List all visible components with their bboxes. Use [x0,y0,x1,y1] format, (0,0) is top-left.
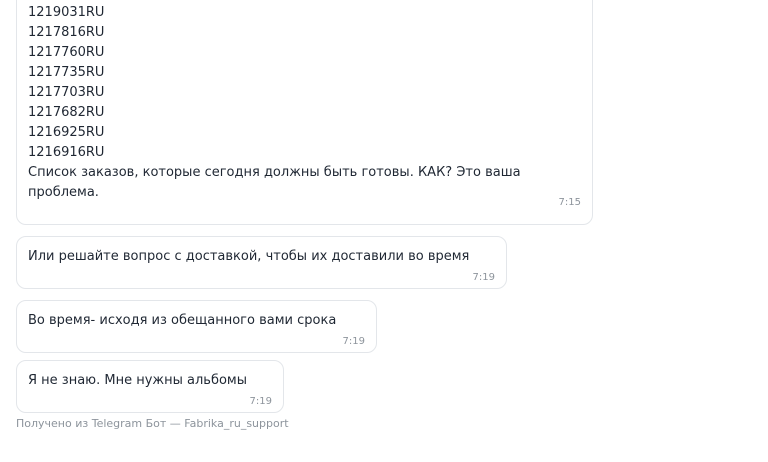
message-time: 7:19 [249,396,272,407]
order-number: 1217816RU [28,25,105,40]
order-number: 1216925RU [28,125,105,140]
message-text: Список заказов, которые сегодня должны б… [28,165,521,200]
message-bubble[interactable]: 1219031RU 1217816RU 1217760RU 1217735RU … [16,0,593,225]
order-number: 1217760RU [28,45,105,60]
message-text: Или решайте вопрос с доставкой, чтобы их… [28,249,470,264]
message-text: Во время- исходя из обещанного вами срок… [28,313,337,328]
chat-thread: 1219031RU 1217816RU 1217760RU 1217735RU … [0,0,768,462]
message-time: 7:19 [342,336,365,347]
message-time: 7:19 [472,272,495,283]
message-time: 7:15 [558,197,581,208]
order-number: 1217682RU [28,105,105,120]
order-number: 1219031RU [28,5,105,20]
source-note: Получено из Telegram Бот — Fabrika_ru_su… [16,417,289,430]
order-number: 1217703RU [28,85,105,100]
message-bubble[interactable]: Я не знаю. Мне нужны альбомы 7:19 [16,360,284,413]
message-bubble[interactable]: Или решайте вопрос с доставкой, чтобы их… [16,236,507,289]
order-number: 1217735RU [28,65,105,80]
message-text: Я не знаю. Мне нужны альбомы [28,373,248,388]
order-list: 1219031RU 1217816RU 1217760RU 1217735RU … [28,3,104,163]
message-bubble[interactable]: Во время- исходя из обещанного вами срок… [16,300,377,353]
order-number: 1216916RU [28,145,105,160]
